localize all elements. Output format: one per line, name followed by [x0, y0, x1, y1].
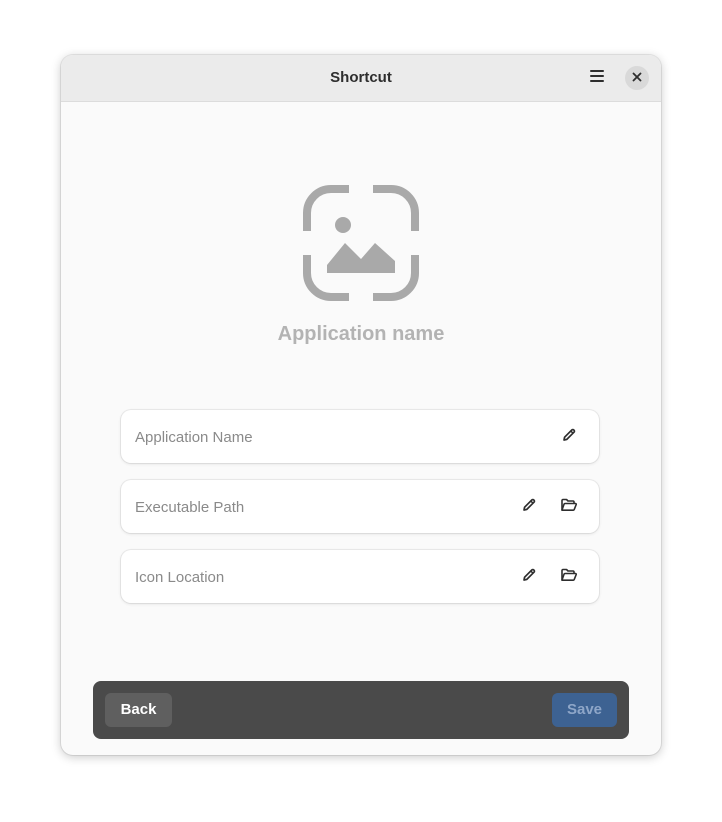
icon-location-field[interactable]: Icon Location — [121, 550, 599, 603]
close-button[interactable] — [625, 66, 649, 90]
image-placeholder-icon — [303, 185, 419, 301]
browse-icon-location-button[interactable] — [554, 562, 584, 592]
application-name-preview: Application name — [277, 323, 445, 345]
edit-icon — [521, 497, 537, 518]
application-name-field[interactable]: Application Name — [121, 410, 599, 463]
edit-executable-path-button[interactable] — [514, 492, 544, 522]
folder-open-icon — [560, 567, 578, 588]
browse-executable-path-button[interactable] — [554, 492, 584, 522]
hamburger-menu-icon — [589, 69, 605, 88]
header-bar: Shortcut — [61, 55, 661, 102]
icon-location-placeholder: Icon Location — [135, 569, 225, 586]
save-button[interactable]: Save — [552, 693, 617, 727]
edit-icon — [561, 427, 577, 448]
action-bar: Back Save — [93, 681, 629, 739]
edit-icon-location-button[interactable] — [514, 562, 544, 592]
application-name-placeholder: Application Name — [135, 429, 253, 446]
window-title: Shortcut — [330, 69, 392, 86]
shortcut-window: Shortcut Application name Application Na… — [61, 55, 661, 755]
close-icon — [632, 69, 642, 87]
edit-application-name-button[interactable] — [554, 422, 584, 452]
folder-open-icon — [560, 497, 578, 518]
edit-icon — [521, 567, 537, 588]
executable-path-field[interactable]: Executable Path — [121, 480, 599, 533]
executable-path-placeholder: Executable Path — [135, 499, 245, 516]
back-button[interactable]: Back — [105, 693, 172, 727]
main-menu-button[interactable] — [583, 64, 611, 92]
